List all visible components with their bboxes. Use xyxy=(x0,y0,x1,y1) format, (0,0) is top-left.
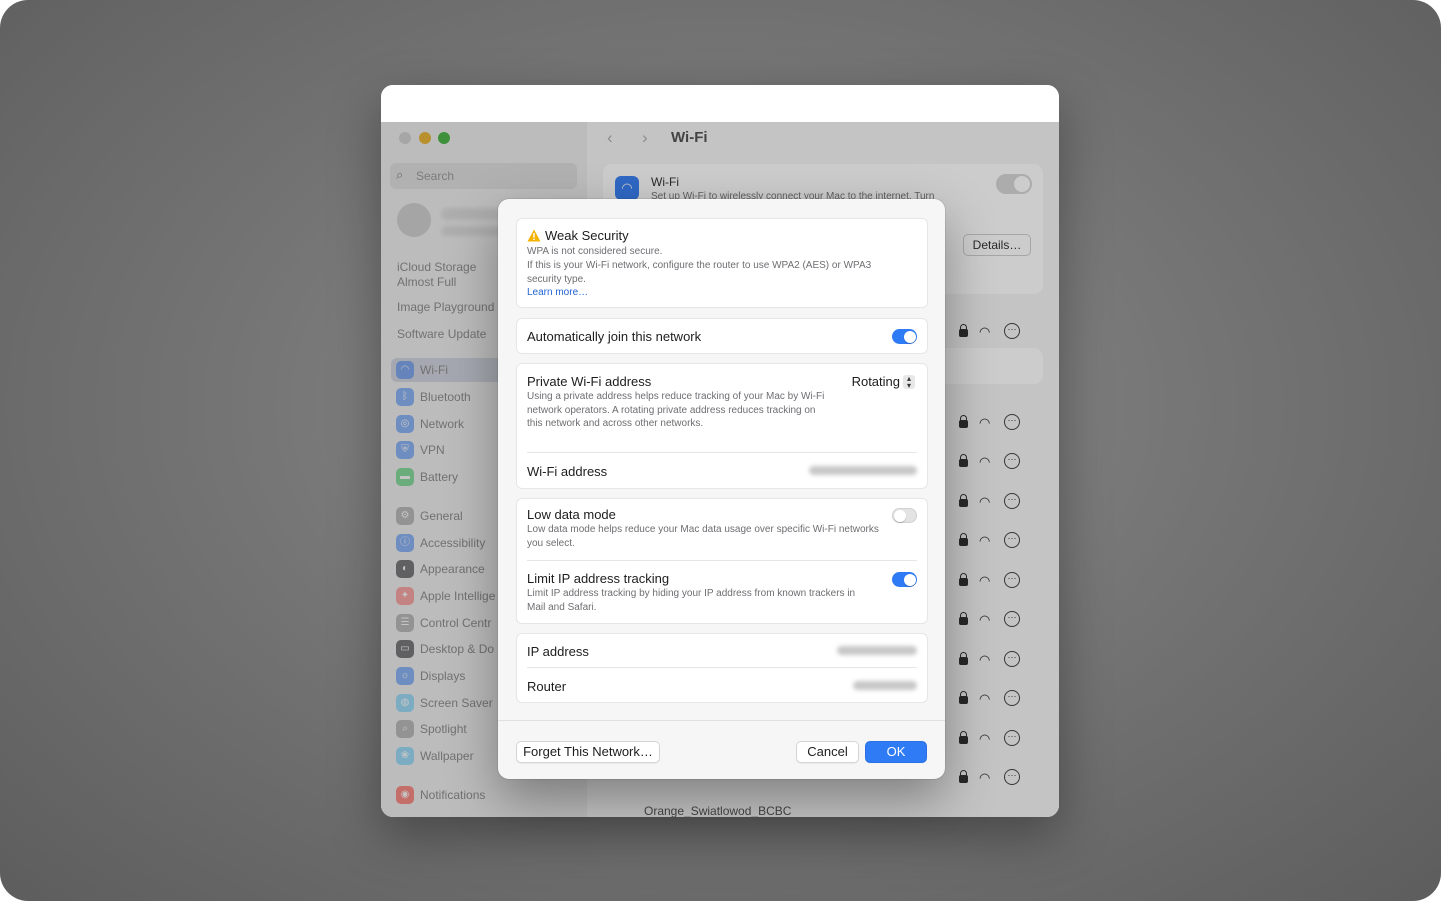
ip-address-label: IP address xyxy=(527,644,589,659)
router-label: Router xyxy=(527,679,567,694)
private-address-value: Rotating xyxy=(851,374,900,389)
wifi-address-value-redacted xyxy=(809,466,917,475)
ip-info-card: IP address Router xyxy=(516,633,928,703)
learn-more-link[interactable]: Learn more… xyxy=(527,287,588,298)
private-address-selector[interactable]: Rotating ▴ ▾ xyxy=(852,373,915,391)
low-data-label: Low data mode xyxy=(527,507,616,522)
private-address-description: Using a private address helps reduce tra… xyxy=(527,391,825,429)
limit-ip-description: Limit IP address tracking by hiding your… xyxy=(527,588,856,613)
limit-ip-toggle[interactable] xyxy=(892,572,917,587)
low-data-toggle[interactable] xyxy=(892,508,917,523)
footer-divider xyxy=(498,720,945,721)
network-settings-sheet: Weak Security WPA is not considered secu… xyxy=(498,199,945,779)
low-data-description: Low data mode helps reduce your Mac data… xyxy=(527,524,879,549)
data-tracking-card: Low data mode Low data mode helps reduce… xyxy=(516,498,928,624)
private-address-card: Private Wi-Fi address Rotating ▴ ▾ Using a… xyxy=(516,363,928,489)
up-down-chevron-icon: ▴ ▾ xyxy=(903,375,915,390)
ip-address-value-redacted xyxy=(837,646,917,655)
auto-join-toggle[interactable] xyxy=(892,329,917,344)
private-address-label: Private Wi-Fi address xyxy=(527,374,652,389)
warning-subtitle: WPA is not considered secure. xyxy=(527,246,663,257)
warning-title: Weak Security xyxy=(545,228,629,243)
weak-security-card: Weak Security WPA is not considered secu… xyxy=(516,218,928,308)
ok-button[interactable]: OK xyxy=(865,741,927,763)
warning-icon xyxy=(527,229,541,242)
cancel-button[interactable]: Cancel xyxy=(796,741,859,763)
router-value-redacted xyxy=(853,681,917,690)
auto-join-card: Automatically join this network xyxy=(516,318,928,354)
warning-body: If this is your Wi-Fi network, configure… xyxy=(527,260,872,285)
window-top-strip xyxy=(381,85,1059,122)
limit-ip-label: Limit IP address tracking xyxy=(527,571,670,586)
auto-join-label: Automatically join this network xyxy=(527,329,702,344)
wifi-address-label: Wi-Fi address xyxy=(527,464,608,479)
forget-network-button[interactable]: Forget This Network… xyxy=(516,741,660,763)
